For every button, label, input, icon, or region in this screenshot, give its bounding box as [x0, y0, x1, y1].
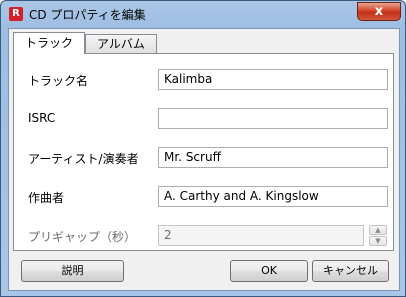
tab-track[interactable]: トラック: [13, 32, 85, 54]
ok-button[interactable]: OK: [230, 260, 308, 282]
track-name-input[interactable]: Kalimba: [158, 69, 388, 90]
title-bar[interactable]: R CD プロパティを編集 x: [1, 1, 405, 27]
artist-input[interactable]: Mr. Scruff: [158, 147, 388, 168]
pregap-label: プリギャップ（秒）: [28, 230, 137, 244]
spin-up-icon[interactable]: ▲: [369, 225, 387, 235]
artist-label: アーティスト/演奏者: [28, 152, 139, 166]
tab-panel-track: トラック名 Kalimba ISRC アーティスト/演奏者 Mr. Scruff…: [13, 53, 394, 251]
track-name-label: トラック名: [28, 74, 89, 88]
composer-label: 作曲者: [28, 191, 65, 205]
isrc-label: ISRC: [28, 111, 56, 125]
spin-down-icon[interactable]: ▼: [369, 236, 387, 246]
window-title: CD プロパティを編集: [29, 8, 146, 22]
dialog-client-area: トラック アルバム トラック名 Kalimba ISRC アーティスト/演奏者 …: [8, 28, 400, 291]
close-button[interactable]: x: [357, 2, 401, 21]
app-logo-icon: R: [9, 7, 23, 21]
dialog-window: R CD プロパティを編集 x トラック アルバム トラック名 Kalimba …: [0, 0, 406, 297]
tab-album[interactable]: アルバム: [85, 34, 157, 54]
pregap-input[interactable]: 2: [158, 225, 364, 246]
isrc-input[interactable]: [158, 108, 388, 129]
cancel-button[interactable]: キャンセル: [312, 260, 389, 282]
help-button[interactable]: 説明: [21, 260, 124, 282]
composer-input[interactable]: A. Carthy and A. Kingslow: [158, 186, 388, 207]
